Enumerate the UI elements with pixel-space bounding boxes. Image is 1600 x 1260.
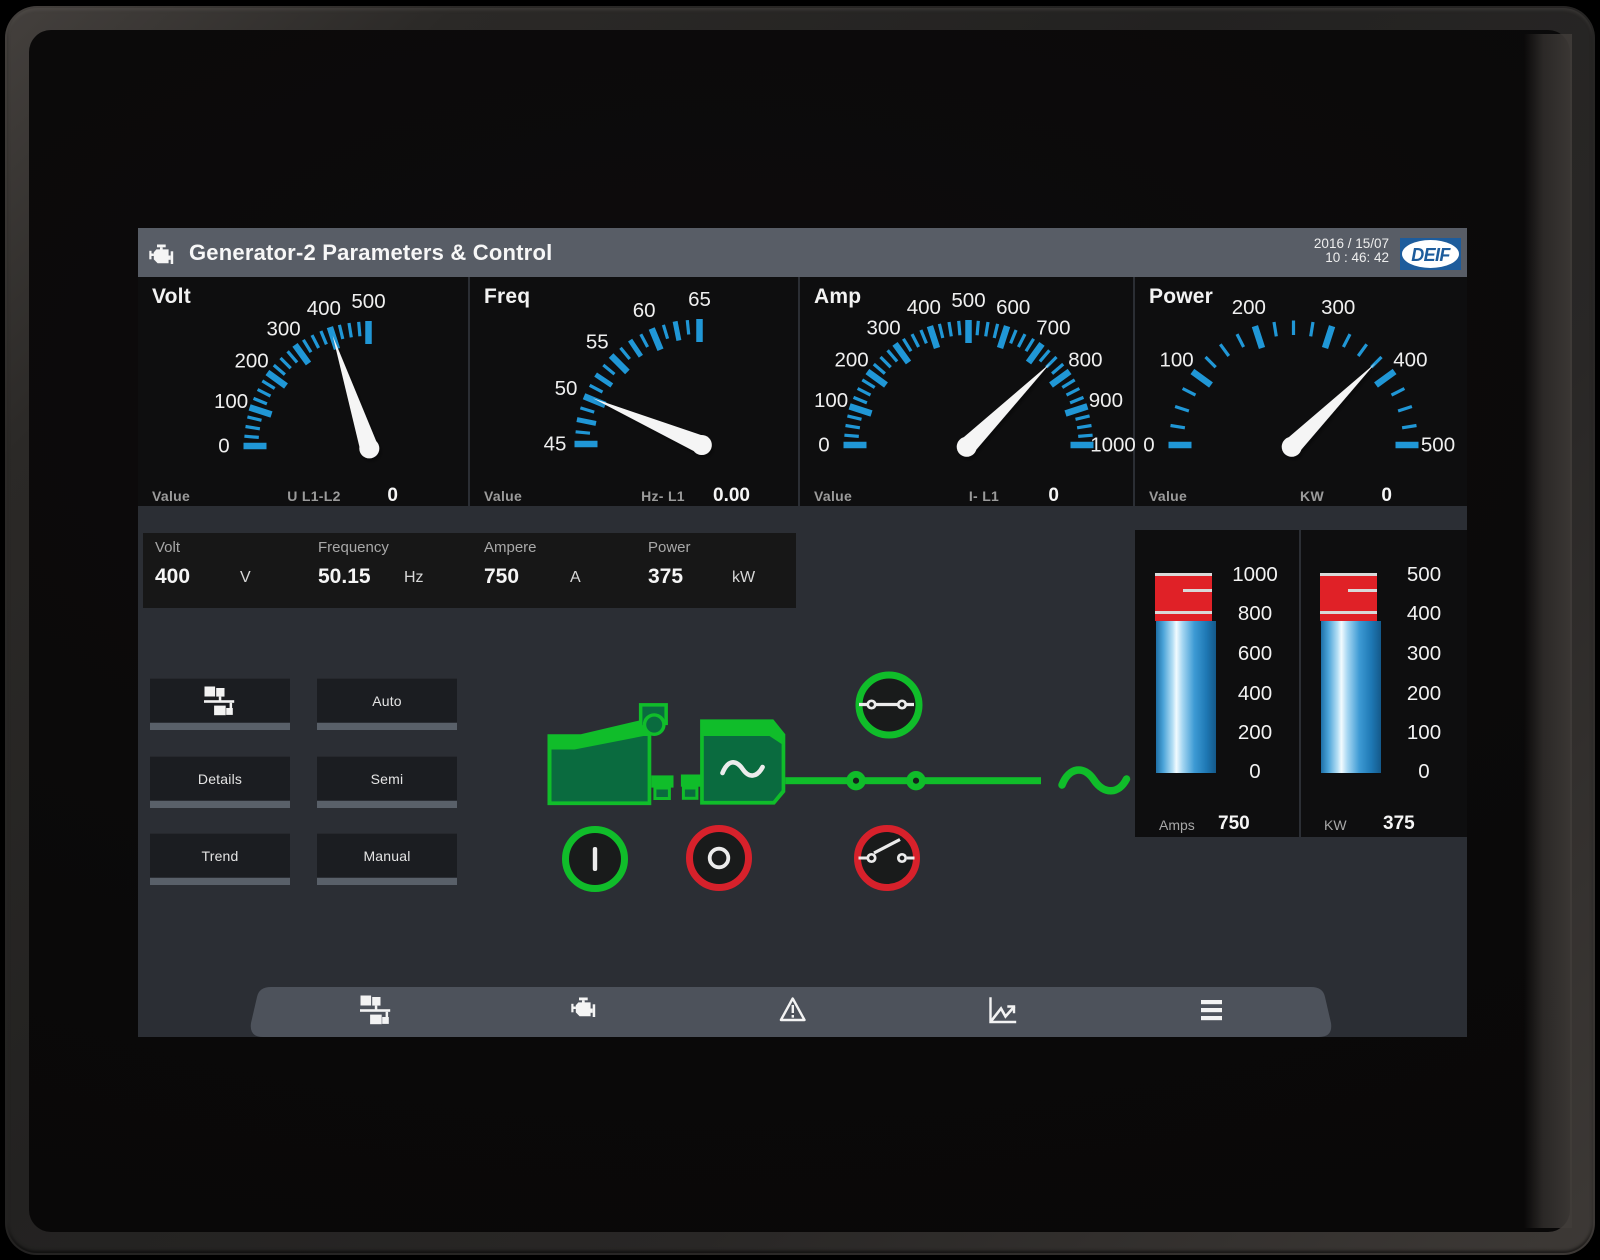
svg-text:100: 100 xyxy=(814,389,848,412)
svg-text:300: 300 xyxy=(1321,296,1355,319)
svg-text:300: 300 xyxy=(266,318,300,341)
svg-text:100: 100 xyxy=(214,390,248,413)
svg-text:500: 500 xyxy=(951,289,985,312)
svg-text:200: 200 xyxy=(1232,296,1266,319)
svg-text:0: 0 xyxy=(218,435,229,458)
svg-text:0: 0 xyxy=(818,434,829,457)
svg-text:700: 700 xyxy=(1036,317,1070,340)
svg-text:400: 400 xyxy=(1393,349,1427,372)
svg-text:55: 55 xyxy=(586,330,609,353)
svg-text:500: 500 xyxy=(351,290,385,313)
svg-text:500: 500 xyxy=(1421,434,1455,457)
svg-text:900: 900 xyxy=(1089,389,1123,412)
svg-text:50: 50 xyxy=(555,377,578,400)
svg-text:400: 400 xyxy=(907,296,941,319)
svg-text:300: 300 xyxy=(866,317,900,340)
svg-text:200: 200 xyxy=(834,349,868,372)
svg-text:65: 65 xyxy=(688,288,711,311)
svg-text:800: 800 xyxy=(1068,349,1102,372)
svg-text:400: 400 xyxy=(307,297,341,320)
svg-text:200: 200 xyxy=(234,350,268,373)
svg-text:45: 45 xyxy=(544,433,567,456)
svg-text:600: 600 xyxy=(996,296,1030,319)
svg-text:0: 0 xyxy=(1143,434,1154,457)
svg-text:100: 100 xyxy=(1159,349,1193,372)
svg-text:1000: 1000 xyxy=(1090,434,1136,457)
svg-text:60: 60 xyxy=(633,299,656,322)
